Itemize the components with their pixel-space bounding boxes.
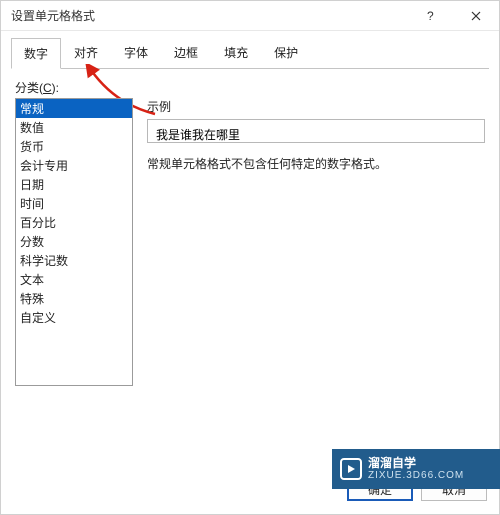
list-item[interactable]: 常规 (16, 99, 132, 118)
list-item[interactable]: 文本 (16, 270, 132, 289)
list-item[interactable]: 数值 (16, 118, 132, 137)
list-item[interactable]: 百分比 (16, 213, 132, 232)
titlebar: 设置单元格格式 ? (1, 1, 499, 31)
format-description: 常规单元格格式不包含任何特定的数字格式。 (147, 155, 485, 172)
watermark-brand: 溜溜自学 (368, 456, 416, 470)
play-icon (340, 458, 362, 480)
example-value: 我是谁我在哪里 (147, 119, 485, 143)
tab-strip: 数字 对齐 字体 边框 填充 保护 (11, 37, 489, 69)
close-button[interactable] (453, 1, 499, 30)
list-item[interactable]: 分数 (16, 232, 132, 251)
category-label: 分类(C): (15, 79, 485, 96)
list-item[interactable]: 日期 (16, 175, 132, 194)
tab-font[interactable]: 字体 (111, 37, 161, 68)
list-item[interactable]: 科学记数 (16, 251, 132, 270)
help-button[interactable]: ? (407, 1, 453, 30)
help-icon: ? (425, 11, 435, 21)
list-item[interactable]: 特殊 (16, 289, 132, 308)
example-label: 示例 (147, 98, 485, 115)
list-item[interactable]: 会计专用 (16, 156, 132, 175)
window-title: 设置单元格格式 (11, 7, 407, 24)
list-item[interactable]: 时间 (16, 194, 132, 213)
tab-fill[interactable]: 填充 (211, 37, 261, 68)
titlebar-buttons: ? (407, 1, 499, 30)
watermark: 溜溜自学 ZIXUE.3D66.COM (332, 449, 500, 489)
tab-number[interactable]: 数字 (11, 38, 61, 69)
list-item[interactable]: 货币 (16, 137, 132, 156)
close-icon (471, 11, 481, 21)
category-listbox[interactable]: 常规 数值 货币 会计专用 日期 时间 百分比 分数 科学记数 文本 特殊 自定… (15, 98, 133, 386)
tab-align[interactable]: 对齐 (61, 37, 111, 68)
svg-text:?: ? (427, 11, 434, 21)
right-column: 示例 我是谁我在哪里 常规单元格格式不包含任何特定的数字格式。 (147, 98, 485, 386)
tab-content: 分类(C): 常规 数值 货币 会计专用 日期 时间 百分比 分数 科学记数 文… (1, 69, 499, 464)
list-item[interactable]: 自定义 (16, 308, 132, 327)
tab-protect[interactable]: 保护 (261, 37, 311, 68)
dialog-window: 设置单元格格式 ? 数字 对齐 字体 边框 填充 保护 分类(C): 常规 (0, 0, 500, 515)
tab-border[interactable]: 边框 (161, 37, 211, 68)
watermark-domain: ZIXUE.3D66.COM (368, 470, 464, 481)
